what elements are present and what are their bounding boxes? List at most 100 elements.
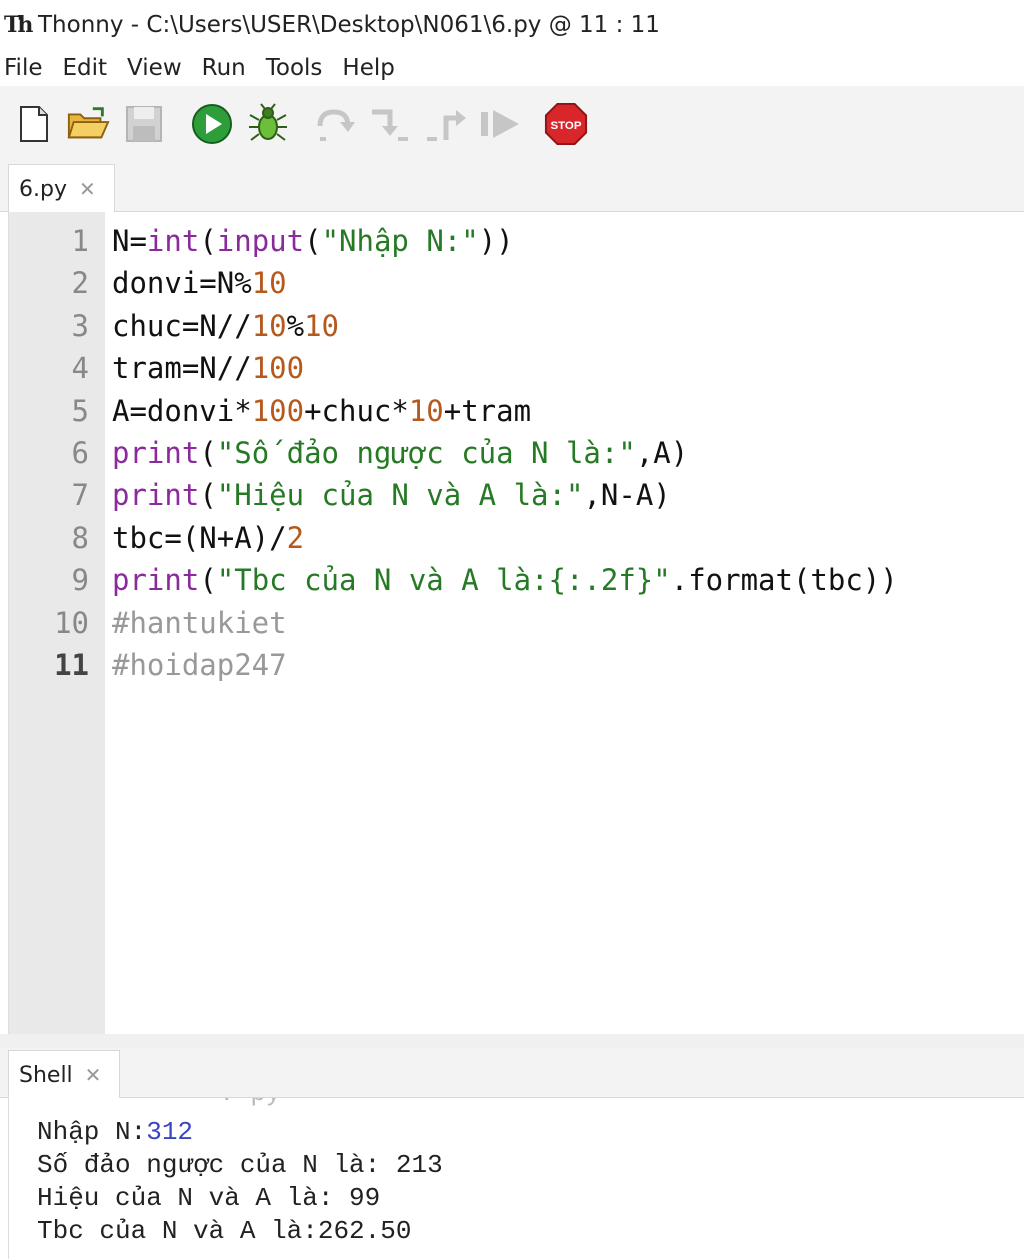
code-token: A=donvi*	[112, 393, 252, 428]
shell-user-input: 312	[146, 1117, 194, 1147]
menu-bar: File Edit View Run Tools Help	[0, 50, 1024, 86]
tab-shell[interactable]: Shell ✕	[8, 1050, 121, 1099]
code-token: ))	[478, 224, 514, 258]
code-token: 2	[286, 520, 305, 555]
close-icon[interactable]: ✕	[79, 177, 96, 201]
close-icon[interactable]: ✕	[85, 1063, 102, 1087]
run-play-icon	[192, 104, 232, 144]
run-button[interactable]	[190, 102, 234, 146]
stop-button[interactable]: STOP	[544, 102, 588, 146]
shell-tab-label: Shell	[19, 1062, 73, 1088]
shell-line: Tbc của N và A là:262.50	[37, 1215, 411, 1248]
code-token: 10	[251, 308, 287, 343]
code-token: tbc=(N+A)/	[112, 520, 287, 555]
code-line[interactable]: tbc=(N+A)/2	[112, 517, 304, 559]
shell-line: Hiệu của N và A là: 99	[37, 1182, 380, 1215]
code-token: input	[216, 224, 305, 258]
code-line[interactable]: tram=N//100	[112, 347, 304, 389]
menu-edit[interactable]: Edit	[63, 55, 108, 81]
line-number: 1	[71, 224, 89, 258]
menu-file[interactable]: File	[4, 55, 43, 81]
code-token: int	[146, 224, 200, 258]
code-token: 100	[251, 351, 305, 386]
save-file-button[interactable]	[122, 102, 166, 146]
code-editor[interactable]: 1 2 3 4 5 6 7 8 9 10 11 N=int(input("Nhập N:")) don…	[8, 212, 1024, 1034]
line-number: 3	[71, 308, 89, 343]
code-line[interactable]: print("Tbc của N và A là:{:.2f}".format(…	[112, 559, 898, 601]
code-token: (	[199, 563, 217, 598]
code-token: %	[286, 308, 305, 343]
code-token: donvi=N%	[112, 266, 252, 301]
code-token: ,A)	[635, 436, 689, 470]
code-line[interactable]: donvi=N%10	[112, 262, 287, 304]
debug-button[interactable]	[246, 102, 290, 146]
editor-tab-bar: 6.py ✕	[0, 162, 1024, 213]
line-number: 5	[71, 393, 89, 428]
code-token: (	[199, 436, 217, 470]
code-line[interactable]: print("Hiệu của N và A là:",N-A)	[112, 474, 671, 516]
step-over-icon	[317, 109, 355, 141]
shell-line: Nhập N:312	[37, 1116, 193, 1149]
line-number: 4	[71, 351, 89, 386]
menu-view[interactable]: View	[127, 55, 182, 81]
bug-icon	[249, 103, 287, 141]
step-into-button[interactable]	[368, 102, 412, 146]
menu-help[interactable]: Help	[342, 55, 394, 81]
code-token: "Nhập N:"	[321, 224, 479, 258]
code-token: 100	[251, 393, 305, 428]
tab-6-py[interactable]: 6.py ✕	[8, 164, 115, 213]
stop-sign-icon: STOP	[544, 102, 588, 146]
line-number: 9	[71, 563, 89, 598]
shell-output-text: Số đảo ngược của N là: 213	[37, 1150, 443, 1180]
code-token: print	[112, 436, 200, 470]
code-token: +tram	[443, 393, 532, 428]
code-token: 10	[251, 266, 287, 301]
code-token: "Số đảo ngược của N là:"	[216, 436, 636, 470]
code-token: +chuc*	[304, 393, 409, 428]
line-number: 11	[54, 648, 89, 682]
code-token: (	[304, 224, 322, 258]
open-folder-icon	[67, 107, 110, 139]
code-token: tram=N//	[112, 351, 252, 386]
stop-label: STOP	[550, 120, 581, 132]
code-token: print	[112, 563, 200, 598]
window-title: Thonny - C:\Users\USER\Desktop\N061\6.py…	[38, 12, 660, 38]
line-number: 8	[71, 520, 89, 555]
code-line[interactable]: #hantukiet	[112, 602, 287, 644]
shell-line: Số đảo ngược của N là: 213	[37, 1149, 443, 1182]
code-token: (	[199, 478, 217, 513]
step-into-icon	[372, 109, 408, 141]
clipped-previous-line: . py	[219, 1098, 281, 1108]
shell-console[interactable]: . py Nhập N:312Số đảo ngược của N là: 21…	[8, 1098, 1024, 1259]
shell-output-text: Hiệu của N và A là: 99	[37, 1183, 381, 1213]
code-token: "Hiệu của N và A là:"	[216, 478, 584, 513]
code-token: N=	[112, 224, 147, 258]
line-number: 6	[71, 436, 89, 470]
step-out-button[interactable]	[424, 102, 468, 146]
step-out-icon	[427, 110, 466, 141]
code-token: chuc=N//	[112, 308, 252, 343]
code-token: 10	[304, 308, 339, 343]
resume-icon	[481, 110, 519, 138]
line-number: 7	[71, 478, 89, 513]
code-token: #hantukiet	[112, 605, 287, 640]
code-token: "Tbc của N và A là:{:.2f}"	[216, 563, 671, 598]
shell-output-text: Nhập N:	[37, 1117, 147, 1147]
code-line[interactable]: print("Số đảo ngược của N là:",A)	[112, 432, 688, 474]
code-token: print	[112, 478, 200, 513]
new-file-button[interactable]	[12, 102, 56, 146]
code-line[interactable]: A=donvi*100+chuc*10+tram	[112, 390, 531, 432]
open-file-button[interactable]	[66, 102, 110, 146]
save-disk-icon	[126, 106, 162, 142]
step-over-button[interactable]	[314, 102, 358, 146]
menu-run[interactable]: Run	[202, 55, 246, 81]
thonny-app-icon: Th	[4, 12, 33, 38]
code-line[interactable]: N=int(input("Nhập N:"))	[112, 220, 514, 262]
menu-tools[interactable]: Tools	[266, 55, 323, 81]
code-line[interactable]: #hoidap247	[112, 644, 287, 686]
shell-tab-bar: Shell ✕	[0, 1048, 1024, 1099]
code-line[interactable]: chuc=N//10%10	[112, 305, 339, 347]
code-token: 10	[408, 393, 444, 428]
pane-separator[interactable]	[0, 1034, 1024, 1048]
resume-button[interactable]	[478, 102, 522, 146]
